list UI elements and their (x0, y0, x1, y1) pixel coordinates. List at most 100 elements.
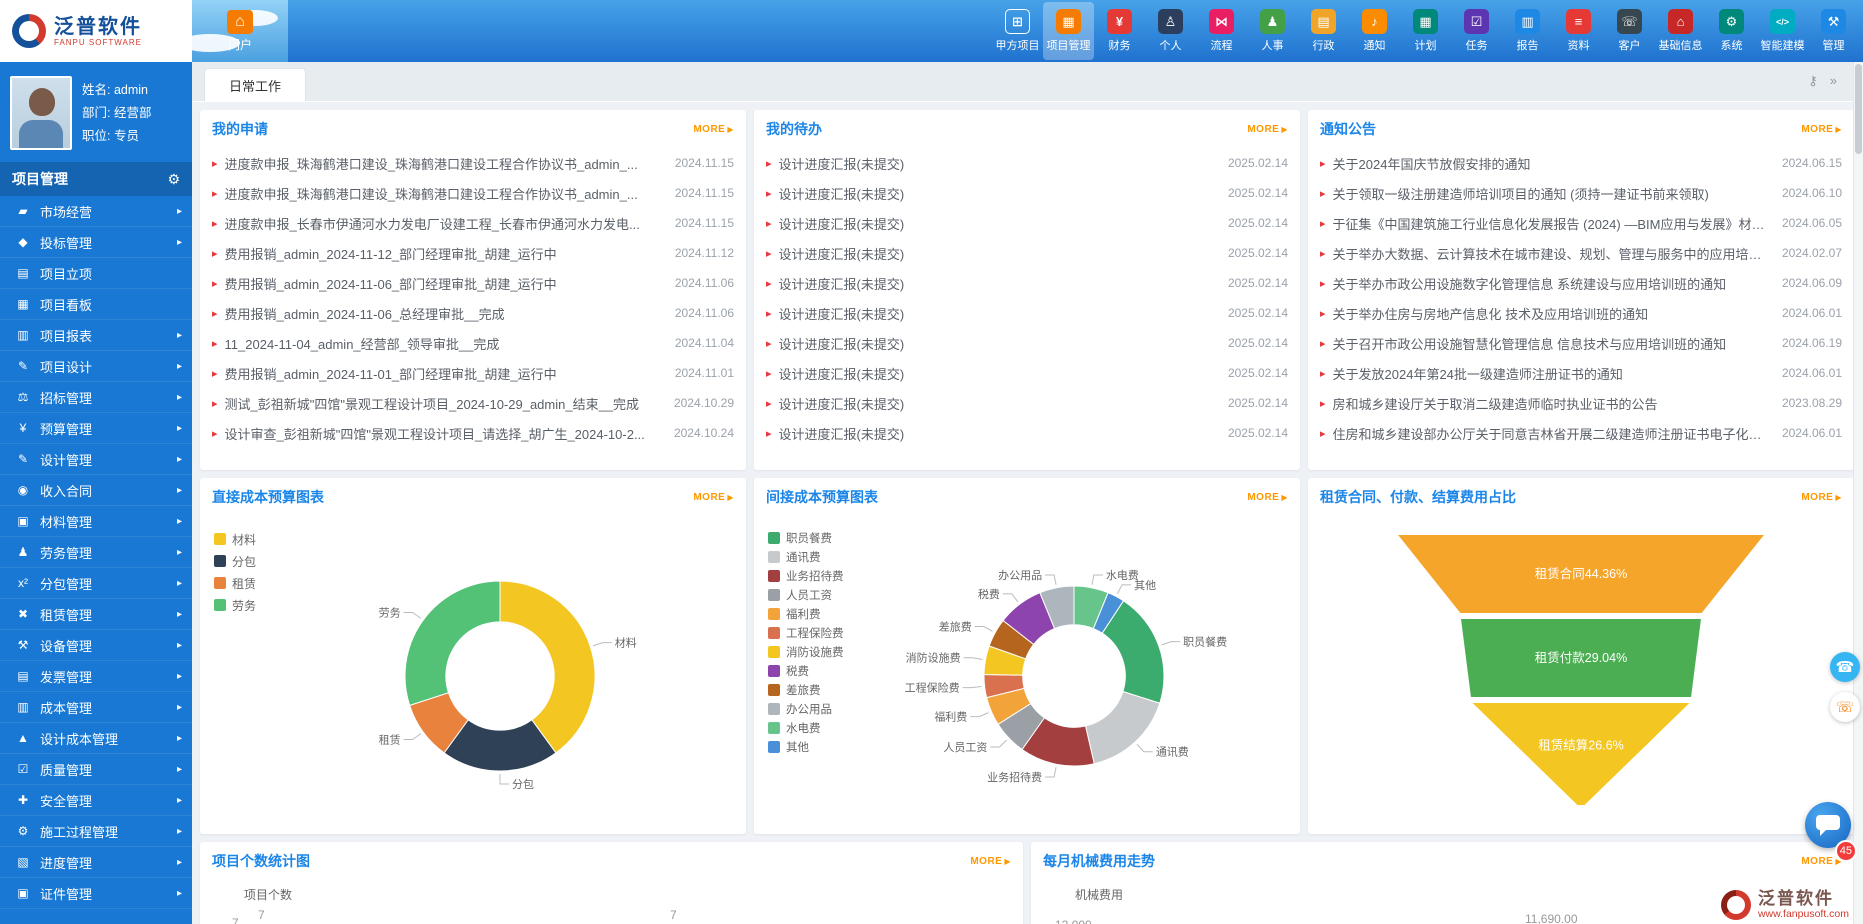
nav-item-人事[interactable]: ♟人事 (1247, 2, 1298, 60)
sidebar-item-租赁管理[interactable]: ✖租赁管理▸ (0, 599, 192, 630)
sidebar-item-安全管理[interactable]: ✚安全管理▸ (0, 785, 192, 816)
list-item[interactable]: ▸11_2024-11-04_admin_经营部_领导审批__完成2024.11… (212, 328, 734, 358)
sidebar-item-进度管理[interactable]: ▧进度管理▸ (0, 847, 192, 878)
list-item[interactable]: ▸设计审查_彭祖新城"四馆"景观工程设计项目_请选择_胡广生_2024-10-2… (212, 418, 734, 448)
list-item[interactable]: ▸关于举办住房与房地产信息化 技术及应用培训班的通知2024.06.01 (1320, 298, 1842, 328)
sidebar-item-市场经营[interactable]: ▰市场经营▸ (0, 196, 192, 227)
list-item[interactable]: ▸进度款申报_长春市伊通河水力发电厂设建工程_长春市伊通河水力发电...2024… (212, 208, 734, 238)
nav-item-通知[interactable]: ♪通知 (1349, 2, 1400, 60)
nav-item-流程[interactable]: ⋈流程 (1196, 2, 1247, 60)
nav-item-label: 行政 (1313, 37, 1335, 53)
sidebar-item-项目设计[interactable]: ✎项目设计▸ (0, 351, 192, 382)
list-item[interactable]: ▸费用报销_admin_2024-11-12_部门经理审批_胡建_运行中2024… (212, 238, 734, 268)
list-item[interactable]: ▸测试_彭祖新城"四馆"景观工程设计项目_2024-10-29_admin_结束… (212, 388, 734, 418)
nav-item-财务[interactable]: ¥财务 (1094, 2, 1145, 60)
nav-item-项目管理[interactable]: ▦项目管理 (1043, 2, 1094, 60)
list-item-text: 设计进度汇报(未提交) (779, 394, 1218, 413)
nav-item-label: 流程 (1211, 37, 1233, 53)
list-item[interactable]: ▸设计进度汇报(未提交)2025.02.14 (766, 388, 1288, 418)
list-item[interactable]: ▸设计进度汇报(未提交)2025.02.14 (766, 238, 1288, 268)
nav-item-客户[interactable]: ☏客户 (1604, 2, 1655, 60)
sidebar-item-分包管理[interactable]: x²分包管理▸ (0, 568, 192, 599)
sidebar-item-设计管理[interactable]: ✎设计管理▸ (0, 444, 192, 475)
nav-item-系统[interactable]: ⚙系统 (1706, 2, 1757, 60)
sidebar-item-项目立项[interactable]: ▤项目立项 (0, 258, 192, 289)
sidebar-item-label: 质量管理 (40, 760, 177, 779)
chevron-right-icon: ▸ (177, 702, 182, 713)
sidebar-item-项目报表[interactable]: ▥项目报表▸ (0, 320, 192, 351)
nav-item-资料[interactable]: ≡资料 (1553, 2, 1604, 60)
list-item[interactable]: ▸关于发放2024年第24批一级建造师注册证书的通知2024.06.01 (1320, 358, 1842, 388)
key-icon[interactable]: ⚷ (1808, 73, 1818, 89)
more-button[interactable]: MORE▶ (1247, 124, 1288, 135)
more-button[interactable]: MORE▶ (1247, 492, 1288, 503)
nav-item-智能建模[interactable]: </>智能建模 (1757, 2, 1808, 60)
nav-item-行政[interactable]: ▤行政 (1298, 2, 1349, 60)
nav-item-任务[interactable]: ☑任务 (1451, 2, 1502, 60)
nav-item-计划[interactable]: ▦计划 (1400, 2, 1451, 60)
more-button[interactable]: MORE▶ (970, 856, 1011, 867)
sidebar-item-项目看板[interactable]: ▦项目看板 (0, 289, 192, 320)
nav-item-个人[interactable]: ♙个人 (1145, 2, 1196, 60)
legend-item-通讯费: 通讯费 (768, 547, 844, 566)
tab-daily-work[interactable]: 日常工作 (204, 68, 306, 101)
list-item[interactable]: ▸费用报销_admin_2024-11-06_部门经理审批_胡建_运行中2024… (212, 268, 734, 298)
more-button[interactable]: MORE▶ (1801, 492, 1842, 503)
sidebar-item-成本管理[interactable]: ▥成本管理▸ (0, 692, 192, 723)
scrollbar-thumb[interactable] (1855, 64, 1862, 154)
list-item[interactable]: ▸费用报销_admin_2024-11-06_总经理审批__完成2024.11.… (212, 298, 734, 328)
chevron-right-icon: ▸ (177, 454, 182, 465)
list-item[interactable]: ▸关于召开市政公用设施智慧化管理信息 信息技术与应用培训班的通知2024.06.… (1320, 328, 1842, 358)
portal-button[interactable]: ⌂ 门户 (192, 0, 288, 62)
list-item[interactable]: ▸设计进度汇报(未提交)2025.02.14 (766, 268, 1288, 298)
sidebar-item-招标管理[interactable]: ⚖招标管理▸ (0, 382, 192, 413)
chat-button[interactable]: 45 (1805, 802, 1851, 848)
list-item[interactable]: ▸设计进度汇报(未提交)2025.02.14 (766, 178, 1288, 208)
qq-service-icon[interactable]: ☏ (1830, 692, 1860, 722)
list-item[interactable]: ▸进度款申报_珠海鹤港口建设_珠海鹤港口建设工程合作协议书_admin_...2… (212, 178, 734, 208)
settings-gear-icon[interactable]: ⚙ (167, 171, 180, 188)
sidebar-item-发票管理[interactable]: ▤发票管理▸ (0, 661, 192, 692)
more-button[interactable]: MORE▶ (693, 492, 734, 503)
nav-item-甲方项目[interactable]: ⊞甲方项目 (992, 2, 1043, 60)
list-item[interactable]: ▸设计进度汇报(未提交)2025.02.14 (766, 298, 1288, 328)
nav-item-报告[interactable]: ▥报告 (1502, 2, 1553, 60)
sidebar-item-证件管理[interactable]: ▣证件管理▸ (0, 878, 192, 909)
nav-item-管理[interactable]: ⚒管理 (1808, 2, 1859, 60)
list-item[interactable]: ▸设计进度汇报(未提交)2025.02.14 (766, 418, 1288, 448)
nav-item-label: 任务 (1466, 37, 1488, 53)
nav-item-基础信息[interactable]: ⌂基础信息 (1655, 2, 1706, 60)
list-item[interactable]: ▸设计进度汇报(未提交)2025.02.14 (766, 328, 1288, 358)
sidebar-item-质量管理[interactable]: ☑质量管理▸ (0, 754, 192, 785)
list-item[interactable]: ▸费用报销_admin_2024-11-01_部门经理审批_胡建_运行中2024… (212, 358, 734, 388)
list-item[interactable]: ▸于征集《中国建筑施工行业信息化发展报告 (2024) —BIM应用与发展》材料… (1320, 208, 1842, 238)
list-item[interactable]: ▸设计进度汇报(未提交)2025.02.14 (766, 148, 1288, 178)
more-button[interactable]: MORE▶ (1801, 124, 1842, 135)
list-item[interactable]: ▸设计进度汇报(未提交)2025.02.14 (766, 208, 1288, 238)
sidebar-item-设备管理[interactable]: ⚒设备管理▸ (0, 630, 192, 661)
sidebar-item-施工过程管理[interactable]: ⚙施工过程管理▸ (0, 816, 192, 847)
legend-label: 消防设施费 (786, 644, 844, 660)
sidebar-item-材料管理[interactable]: ▣材料管理▸ (0, 506, 192, 537)
list-item[interactable]: ▸进度款申报_珠海鹤港口建设_珠海鹤港口建设工程合作协议书_admin_...2… (212, 148, 734, 178)
list-item[interactable]: ▸关于2024年国庆节放假安排的通知2024.06.15 (1320, 148, 1842, 178)
list-item[interactable]: ▸关于举办大数据、云计算技术在城市建设、规划、管理与服务中的应用培训班...20… (1320, 238, 1842, 268)
phone-service-icon[interactable]: ☎ (1830, 652, 1860, 682)
sidebar-item-收入合同[interactable]: ◉收入合同▸ (0, 475, 192, 506)
sidebar-item-劳务管理[interactable]: ♟劳务管理▸ (0, 537, 192, 568)
list-item[interactable]: ▸关于举办市政公用设施数字化管理信息 系统建设与应用培训班的通知2024.06.… (1320, 268, 1842, 298)
vertical-scrollbar[interactable] (1853, 62, 1863, 924)
list-item[interactable]: ▸设计进度汇报(未提交)2025.02.14 (766, 358, 1288, 388)
hr-icon: ♟ (1260, 9, 1285, 34)
sidebar-item-预算管理[interactable]: ¥预算管理▸ (0, 413, 192, 444)
sidebar-item-设计成本管理[interactable]: ▲设计成本管理▸ (0, 723, 192, 754)
chat-bubble-icon (1816, 815, 1840, 830)
list-item[interactable]: ▸关于领取一级注册建造师培训项目的通知 (须持一建证书前来领取)2024.06.… (1320, 178, 1842, 208)
more-button[interactable]: MORE▶ (693, 124, 734, 135)
list-item-text: 进度款申报_珠海鹤港口建设_珠海鹤港口建设工程合作协议书_admin_... (225, 184, 665, 203)
collapse-icon[interactable]: » (1830, 73, 1837, 89)
list-item[interactable]: ▸住房和城乡建设部办公厅关于同意吉林省开展二级建造师注册证书电子化试点...20… (1320, 418, 1842, 448)
panel-header: 每月机械费用走势 MORE▶ (1031, 842, 1854, 880)
sidebar-item-投标管理[interactable]: ◆投标管理▸ (0, 227, 192, 258)
list-item[interactable]: ▸房和城乡建设厅关于取消二级建造师临时执业证书的公告2023.08.29 (1320, 388, 1842, 418)
